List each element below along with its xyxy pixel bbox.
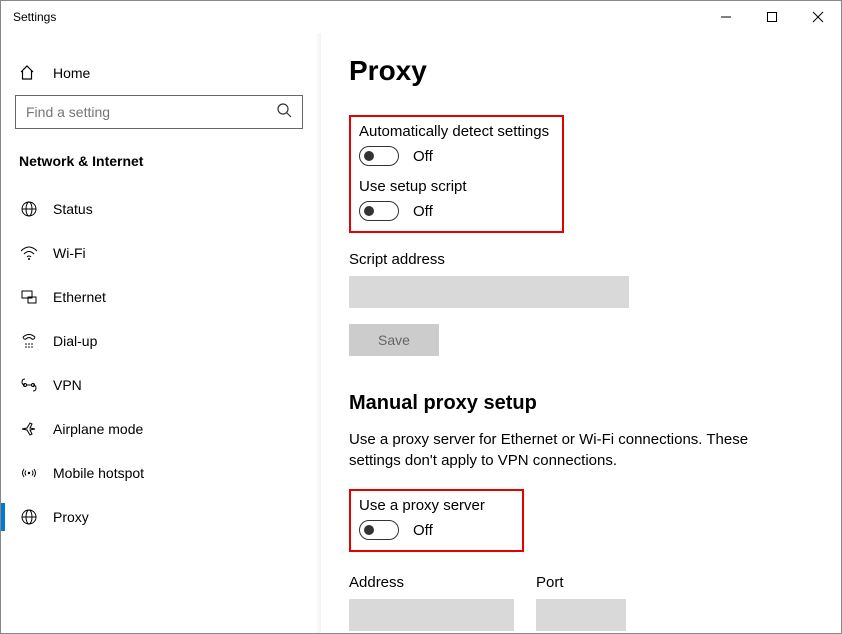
auto-proxy-highlight: Automatically detect settings Off Use se… <box>349 115 564 233</box>
home-nav[interactable]: Home <box>9 53 309 91</box>
auto-detect-state: Off <box>413 148 433 165</box>
airplane-icon <box>19 420 39 438</box>
sidebar-item-hotspot[interactable]: Mobile hotspot <box>9 451 309 495</box>
use-proxy-toggle[interactable] <box>359 520 399 540</box>
dialup-icon <box>19 332 39 350</box>
minimize-button[interactable] <box>703 1 749 33</box>
home-icon <box>19 65 39 81</box>
titlebar: Settings <box>1 1 841 33</box>
sidebar-item-proxy[interactable]: Proxy <box>9 495 309 539</box>
manual-desc: Use a proxy server for Ethernet or Wi-Fi… <box>349 429 789 471</box>
search-box[interactable] <box>15 95 303 129</box>
use-script-state: Off <box>413 203 433 220</box>
sidebar-item-status[interactable]: Status <box>9 187 309 231</box>
use-script-label: Use setup script <box>359 178 552 195</box>
address-input[interactable] <box>349 599 514 631</box>
category-heading: Network & Internet <box>9 147 309 187</box>
close-button[interactable] <box>795 1 841 33</box>
sidebar-item-airplane[interactable]: Airplane mode <box>9 407 309 451</box>
use-proxy-highlight: Use a proxy server Off <box>349 489 524 552</box>
port-label: Port <box>536 574 626 591</box>
ethernet-icon <box>19 288 39 306</box>
sidebar-item-ethernet[interactable]: Ethernet <box>9 275 309 319</box>
address-label: Address <box>349 574 514 591</box>
sidebar-item-label: Airplane mode <box>53 421 143 437</box>
auto-detect-toggle[interactable] <box>359 146 399 166</box>
sidebar-item-vpn[interactable]: VPN <box>9 363 309 407</box>
auto-detect-label: Automatically detect settings <box>359 123 552 140</box>
use-proxy-label: Use a proxy server <box>359 497 512 514</box>
sidebar-item-label: Ethernet <box>53 289 106 305</box>
maximize-button[interactable] <box>749 1 795 33</box>
page-title: Proxy <box>349 55 813 87</box>
sidebar-item-label: Status <box>53 201 93 217</box>
search-icon <box>276 102 292 123</box>
sidebar-item-label: Mobile hotspot <box>53 465 144 481</box>
status-icon <box>19 200 39 218</box>
manual-heading: Manual proxy setup <box>349 392 813 415</box>
vpn-icon <box>19 376 39 394</box>
port-input[interactable] <box>536 599 626 631</box>
window-controls <box>703 1 841 33</box>
sidebar-item-label: Wi-Fi <box>53 245 86 261</box>
wifi-icon <box>19 244 39 262</box>
proxy-icon <box>19 508 39 526</box>
main-panel: Proxy Automatically detect settings Off … <box>321 33 841 633</box>
hotspot-icon <box>19 464 39 482</box>
use-script-toggle[interactable] <box>359 201 399 221</box>
save-button[interactable]: Save <box>349 324 439 356</box>
use-proxy-state: Off <box>413 522 433 539</box>
sidebar-item-label: Dial-up <box>53 333 97 349</box>
script-address-label: Script address <box>349 251 813 268</box>
sidebar-item-label: VPN <box>53 377 82 393</box>
window-title: Settings <box>13 10 56 24</box>
sidebar-item-dialup[interactable]: Dial-up <box>9 319 309 363</box>
sidebar-item-label: Proxy <box>53 509 89 525</box>
home-label: Home <box>53 65 90 81</box>
search-input[interactable] <box>26 104 276 120</box>
script-address-input[interactable] <box>349 276 629 308</box>
sidebar: Home Network & Internet Status Wi-Fi <box>1 33 321 633</box>
sidebar-item-wifi[interactable]: Wi-Fi <box>9 231 309 275</box>
